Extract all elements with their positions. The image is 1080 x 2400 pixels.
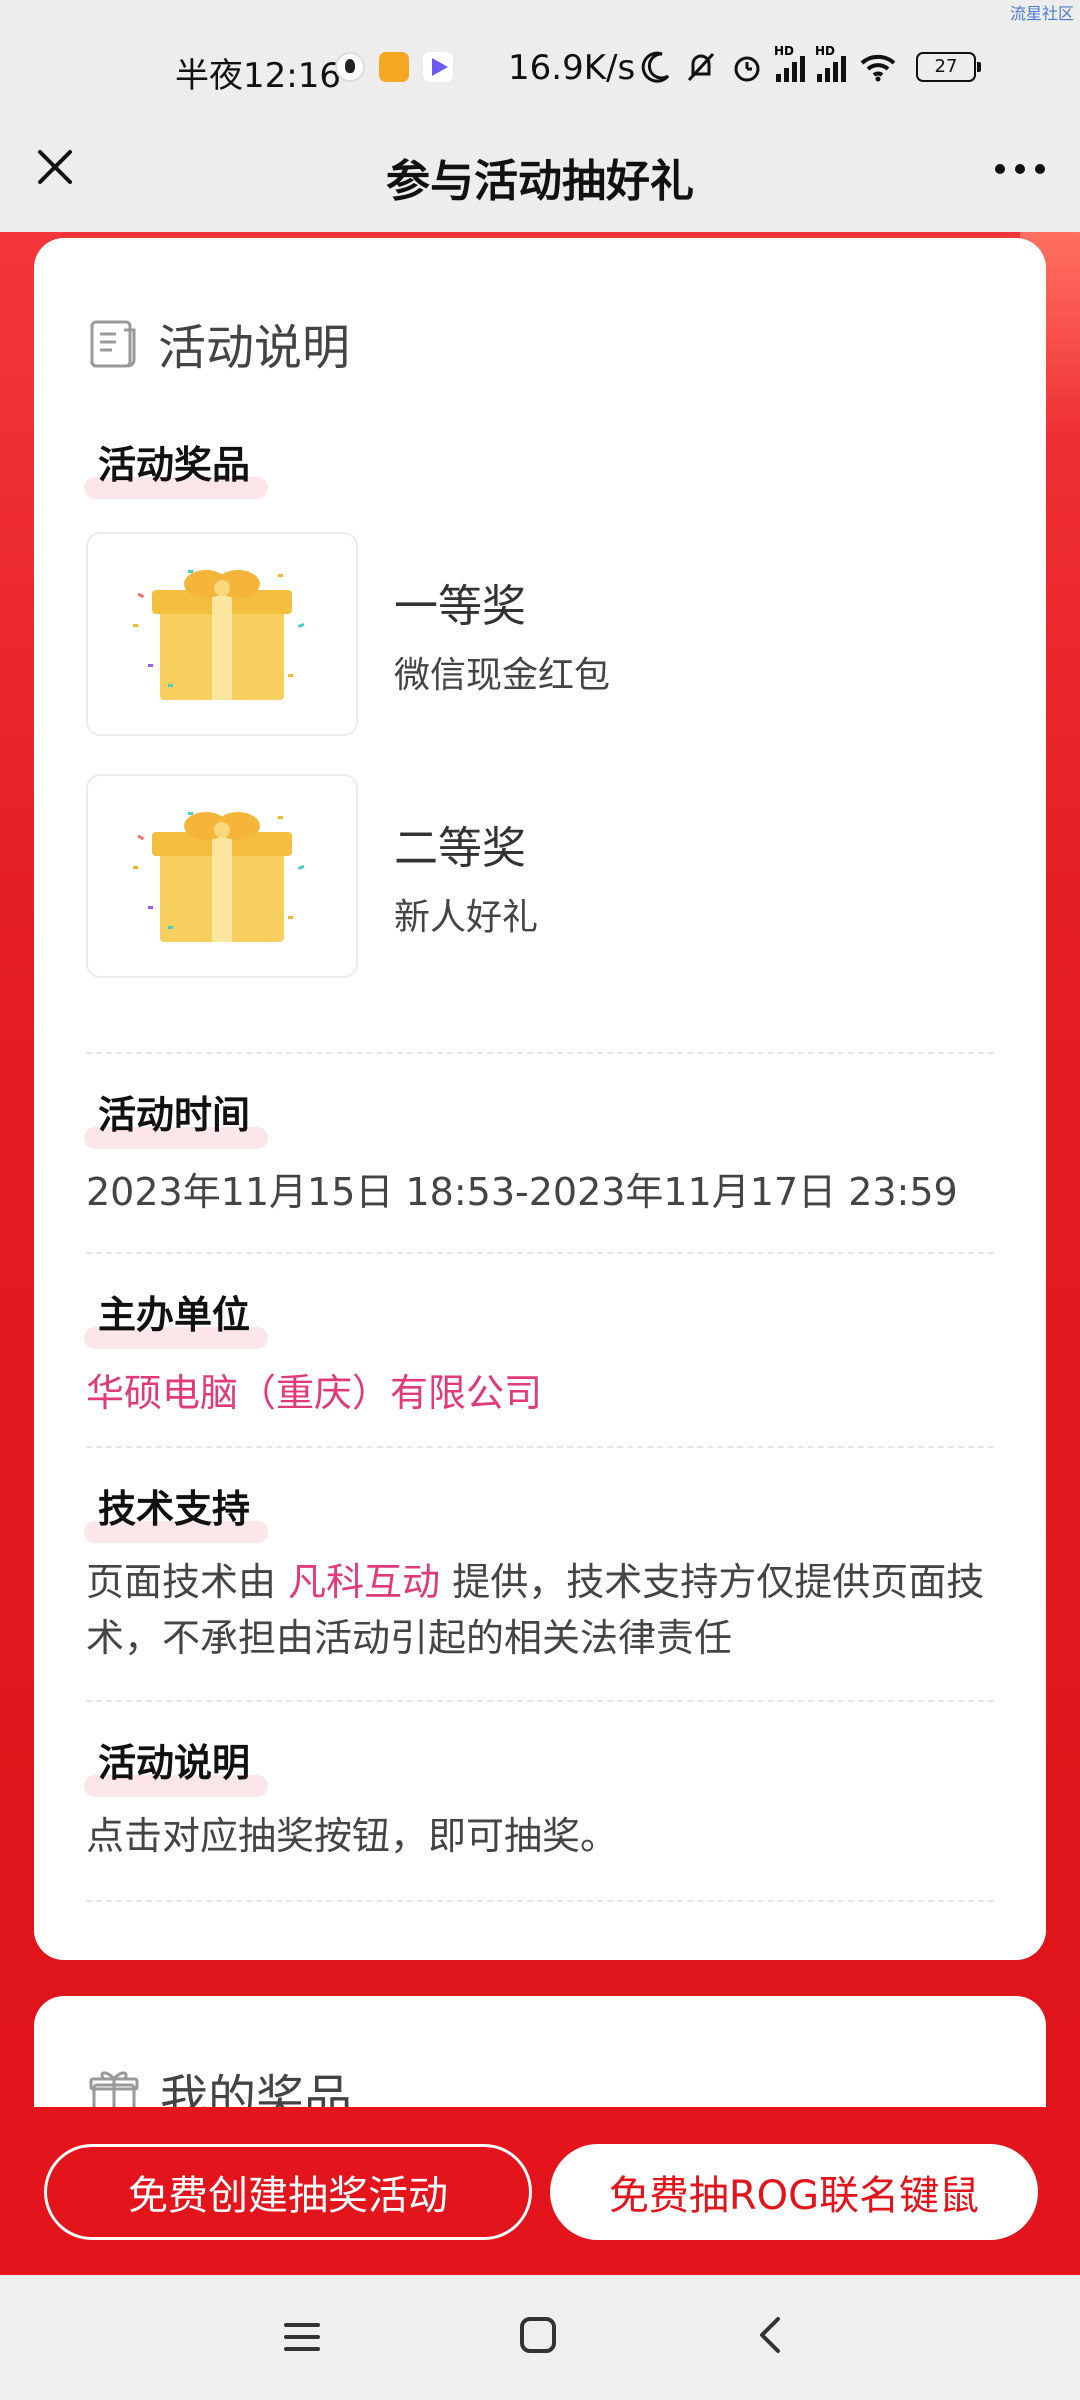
bottom-action-bar: 免费创建抽奖活动 免费抽ROG联名键鼠: [0, 2107, 1080, 2275]
page-title: 参与活动抽好礼: [386, 156, 694, 207]
gift-box-image: [133, 570, 305, 700]
signal-2-label: HD: [815, 44, 836, 58]
more-icon[interactable]: [990, 144, 1050, 194]
tech-support-text: 页面技术由 凡科互动 提供，技术支持方仅提供页面技术，不承担由活动引起的相关法律…: [86, 1554, 998, 1666]
prize-level: 一等奖: [394, 581, 526, 632]
tech-provider-link[interactable]: 凡科互动: [288, 1560, 440, 1604]
prize-item: 一等奖 微信现金红包: [86, 532, 610, 736]
prize-image: [86, 774, 358, 978]
card-header: 活动说明: [86, 308, 350, 378]
prize-text: 二等奖 新人好礼: [394, 812, 538, 940]
battery-indicator: 27: [916, 52, 981, 82]
moon-icon: [641, 51, 670, 83]
mute-bell-icon: [687, 52, 715, 82]
create-lottery-button[interactable]: 免费创建抽奖活动: [44, 2144, 532, 2240]
divider: [86, 1052, 994, 1054]
activity-time: 2023年11月15日 18:53-2023年11月17日 23:59: [86, 1170, 958, 1214]
signal-2: HD: [815, 44, 846, 82]
card-title: 活动说明: [158, 320, 351, 376]
divider: [86, 1446, 994, 1448]
activity-description: 点击对应抽奖按钮，即可抽奖。: [86, 1814, 619, 1858]
alarm-icon: [734, 56, 760, 82]
notes-app-icon: [379, 52, 409, 82]
system-nav-bar: [0, 2275, 1080, 2400]
home-icon[interactable]: [518, 2315, 558, 2355]
wifi-icon: [860, 54, 896, 82]
prize-image: [86, 532, 358, 736]
prize-level: 二等奖: [394, 823, 526, 874]
section-label-description: 活动说明: [84, 1732, 269, 1797]
prize-item: 二等奖 新人好礼: [86, 774, 538, 978]
video-app-icon: [423, 52, 453, 82]
signal-1: HD: [774, 44, 805, 82]
status-bar: 流星社区 半夜12:16 16.9K/s HD HD 27: [0, 0, 1080, 130]
section-label-prizes: 活动奖品: [84, 434, 269, 499]
prize-name: 新人好礼: [394, 897, 539, 938]
section-label-tech: 技术支持: [84, 1478, 269, 1543]
watermark: 流星社区: [1009, 4, 1074, 23]
section-label-organizer: 主办单位: [84, 1284, 269, 1349]
title-bar: 参与活动抽好礼: [0, 120, 1080, 235]
divider: [86, 1700, 994, 1702]
signal-1-label: HD: [774, 44, 795, 58]
organizer-name: 华硕电脑（重庆）有限公司: [86, 1371, 543, 1415]
divider: [86, 1252, 994, 1254]
status-icons: HD HD 27: [640, 44, 981, 84]
tech-prefix: 页面技术由: [86, 1560, 289, 1604]
status-time: 半夜12:16: [175, 56, 341, 96]
qq-icon: [335, 52, 365, 82]
menu-icon[interactable]: [282, 2317, 322, 2357]
prize-text: 一等奖 微信现金红包: [394, 570, 610, 698]
status-app-icons: [335, 52, 453, 82]
prize-name: 微信现金红包: [394, 655, 611, 696]
network-speed: 16.9K/s: [508, 48, 636, 88]
section-label-time: 活动时间: [84, 1084, 269, 1149]
back-icon[interactable]: [752, 2315, 792, 2355]
document-icon: [90, 320, 136, 368]
activity-info-card: 活动说明 活动奖品 一等奖 微信现金红包 二等奖 新人好礼 活动时间 2023年…: [34, 238, 1046, 1960]
divider: [86, 1900, 994, 1902]
draw-prize-button[interactable]: 免费抽ROG联名键鼠: [550, 2144, 1038, 2240]
gift-box-image: [133, 812, 305, 942]
